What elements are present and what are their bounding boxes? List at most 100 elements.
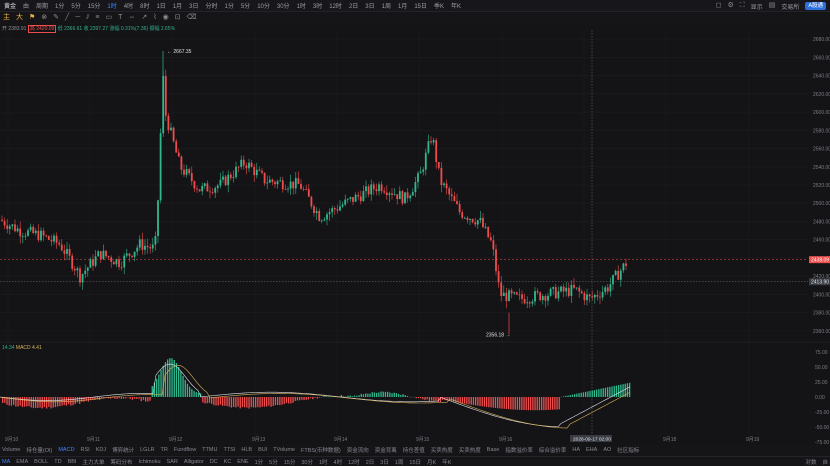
bottom-timeframe-3[interactable]: 30分 [301, 458, 313, 466]
candle-body [502, 292, 505, 297]
overlay-4[interactable]: BBI [68, 459, 77, 465]
bottom-timeframe-2[interactable]: 15分 [284, 458, 296, 466]
macd-histogram-bar [461, 397, 464, 404]
indicator-22[interactable]: 综合溢价率 [539, 446, 567, 454]
indicator-2[interactable]: MACD [58, 447, 74, 453]
macd-histogram-bar [129, 397, 131, 399]
overlay-7[interactable]: Ichimoku [139, 459, 161, 465]
macd-histogram-bar [213, 397, 215, 406]
indicator-24[interactable]: EHA [586, 447, 597, 453]
candle-body [105, 250, 107, 257]
overlay-2[interactable]: BOLL [34, 459, 48, 465]
indicator-23[interactable]: HA [572, 447, 580, 453]
overlay-8[interactable]: SAR [167, 459, 178, 465]
bottom-timeframe-5[interactable]: 4时 [334, 458, 343, 466]
candle-body [604, 287, 607, 292]
macd-histogram-bar [167, 359, 169, 397]
bottom-timeframe-8[interactable]: 3日 [380, 458, 389, 466]
macd-histogram-bar [259, 397, 261, 408]
candle-body [32, 226, 35, 233]
indicator-12[interactable]: BUI [258, 447, 267, 453]
bottom-right-1[interactable]: 自 [822, 458, 828, 466]
indicator-26[interactable]: 社区指标 [617, 446, 639, 454]
indicator-25[interactable]: AO [603, 447, 611, 453]
high-label: ← 2667.35 [167, 49, 192, 55]
macd-histogram-bar [565, 395, 567, 397]
candle-body [487, 226, 490, 238]
overlay-10[interactable]: DC [210, 459, 218, 465]
current-price-text: 2438.09 [811, 258, 829, 264]
overlay-3[interactable]: TD [54, 459, 61, 465]
indicator-18[interactable]: 买卖热度 [431, 446, 453, 454]
candle-body [534, 291, 536, 302]
bottom-timeframe-7[interactable]: 2日 [366, 458, 375, 466]
indicator-10[interactable]: TTSI [223, 447, 235, 453]
overlay-12[interactable]: ENE [237, 459, 248, 465]
indicator-21[interactable]: 指数溢价率 [505, 446, 533, 454]
candle-body [375, 189, 378, 192]
bottom-timeframe-1[interactable]: 5分 [269, 458, 278, 466]
bottom-timeframe-4[interactable]: 1时 [319, 458, 328, 466]
overlay-11[interactable]: KC [224, 459, 232, 465]
price-chart[interactable]: 2680.00 2660.00 2640.00 2620.00 2600.00 2580.… [0, 0, 830, 466]
indicator-5[interactable]: 博弈统计 [112, 446, 134, 454]
indicator-0[interactable]: Volume [2, 447, 20, 453]
macd-histogram-bar [547, 397, 549, 410]
macd-histogram-bar [369, 393, 371, 397]
overlay-0[interactable]: MA [2, 459, 10, 465]
candle-body [138, 239, 141, 248]
macd-histogram-bar [116, 397, 118, 399]
macd-histogram-bar [365, 393, 367, 397]
bottom-timeframe-6[interactable]: 12时 [348, 458, 360, 466]
overlay-6[interactable]: 筹码分布 [110, 458, 132, 466]
bottom-timeframe-9[interactable]: 1周 [395, 458, 404, 466]
indicator-17[interactable]: 持仓差值 [403, 446, 425, 454]
candle-body [601, 291, 604, 298]
bottom-timeframe-0[interactable]: 1分 [255, 458, 264, 466]
price-tick: 2400.00 [813, 292, 830, 298]
candle-body [539, 292, 542, 301]
candle-body [86, 267, 89, 271]
indicator-4[interactable]: KDJ [96, 447, 106, 453]
indicator-3[interactable]: RSI [81, 447, 90, 453]
indicator-8[interactable]: Fundflow [174, 447, 196, 453]
indicator-11[interactable]: HLB [241, 447, 252, 453]
macd-histogram-bar [477, 397, 479, 406]
overlay-1[interactable]: EMA [16, 459, 28, 465]
indicator-6[interactable]: LGLR [140, 447, 154, 453]
candle-body [352, 197, 354, 202]
candle-body [154, 236, 157, 245]
bottom-right-0[interactable]: 对数 [805, 458, 816, 466]
candle-body [253, 166, 256, 176]
macd-histogram-bar [61, 397, 63, 406]
candle-body [349, 197, 352, 199]
indicator-1[interactable]: 持仓量(OI) [26, 446, 52, 454]
bottom-timeframe-12[interactable]: 年K [442, 458, 451, 466]
candle-body [492, 240, 495, 250]
indicator-19[interactable]: 买卖热度 [459, 446, 481, 454]
price-tick: 2360.00 [813, 329, 830, 335]
candle-body [570, 284, 573, 296]
indicator-16[interactable]: 资金背离 [375, 446, 397, 454]
indicator-15[interactable]: 资金流向 [347, 446, 369, 454]
candle-body [471, 218, 474, 223]
bottom-timeframe-11[interactable]: 月K [427, 458, 436, 466]
indicator-7[interactable]: TR [161, 447, 168, 453]
bottom-timeframe-10[interactable]: 15日 [409, 458, 421, 466]
macd-histogram-bar [499, 397, 501, 409]
macd-histogram-bar [490, 397, 492, 408]
macd-histogram-bar [378, 392, 380, 397]
macd-histogram-bar [382, 391, 384, 397]
indicator-14[interactable]: FTBS(币种数据) [301, 446, 341, 454]
macd-histogram-bar [611, 386, 613, 397]
macd-histogram-bar [349, 395, 351, 397]
indicator-13[interactable]: TVolume [273, 447, 295, 453]
macd-histogram-bar [39, 397, 41, 408]
indicator-9[interactable]: TTMU [202, 447, 217, 453]
macd-histogram-bar [472, 397, 475, 406]
overlay-5[interactable]: 主力大单 [82, 458, 104, 466]
macd-histogram-bar [494, 397, 497, 408]
overlay-9[interactable]: Alligator [184, 459, 204, 465]
indicator-20[interactable]: Base [487, 447, 500, 453]
macd-legend: 14.34 MACD 4.41 [2, 345, 42, 351]
